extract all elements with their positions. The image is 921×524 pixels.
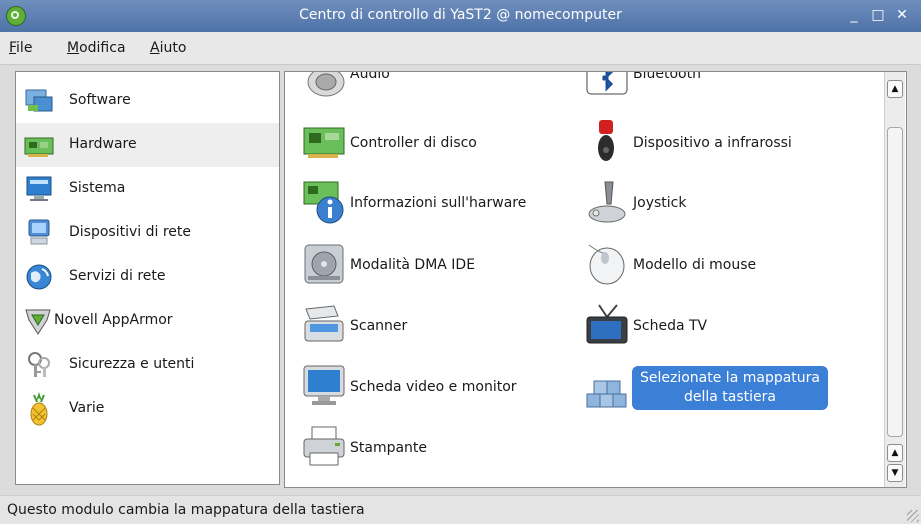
module-label: Selezionate la mappatura della tastiera bbox=[632, 366, 828, 410]
menu-bar: File Modifica Aiuto bbox=[0, 32, 921, 65]
resize-grip-icon[interactable] bbox=[907, 510, 919, 522]
window-title: Centro di controllo di YaST2 @ nomecompu… bbox=[299, 7, 622, 23]
module-label: Audio bbox=[350, 71, 390, 82]
category-sidebar: Software Hardware Sistema Dispositivi di… bbox=[15, 71, 280, 485]
network-computer-icon bbox=[28, 219, 50, 245]
minimize-icon[interactable]: _ bbox=[845, 7, 863, 23]
sidebar-item-label: Novell AppArmor bbox=[54, 312, 173, 328]
mouse-icon bbox=[588, 244, 625, 285]
scroll-up-top-icon[interactable]: ▲ bbox=[887, 80, 903, 98]
title-bar: Centro di controllo di YaST2 @ nomecompu… bbox=[0, 0, 921, 32]
scroll-down-icon[interactable]: ▼ bbox=[887, 464, 903, 482]
keys-icon bbox=[28, 352, 50, 377]
scroll-up-icon[interactable]: ▲ bbox=[887, 444, 903, 462]
maximize-icon[interactable]: □ bbox=[869, 7, 887, 23]
monitor-icon bbox=[303, 365, 345, 405]
sidebar-item-label: Dispositivi di rete bbox=[69, 224, 191, 240]
disk-controller-icon bbox=[303, 127, 345, 158]
speaker-icon bbox=[307, 72, 345, 97]
sidebar-item-servizi-di-rete[interactable]: Servizi di rete bbox=[16, 255, 279, 299]
sidebar-item-novell-apparmor[interactable]: Novell AppArmor bbox=[16, 299, 279, 343]
system-monitor-icon bbox=[26, 176, 52, 201]
apparmor-shield-icon bbox=[25, 309, 51, 335]
scanner-icon bbox=[304, 305, 344, 342]
joystick-icon bbox=[588, 181, 626, 223]
keyboard-keys-icon bbox=[586, 380, 627, 408]
sidebar-item-varie[interactable]: Varie bbox=[16, 387, 279, 431]
sidebar-item-label: Varie bbox=[69, 400, 105, 416]
sidebar-item-label: Sistema bbox=[69, 180, 126, 196]
printer-icon bbox=[303, 426, 345, 466]
bluetooth-icon bbox=[586, 72, 628, 95]
tv-icon bbox=[586, 304, 628, 344]
module-list: Audio Controller di disco Informazioni s… bbox=[284, 71, 907, 488]
module-label: Modello di mouse bbox=[633, 257, 757, 273]
sidebar-item-label: Servizi di rete bbox=[69, 268, 166, 284]
software-icon bbox=[25, 89, 53, 112]
menu-file[interactable]: File bbox=[9, 40, 32, 56]
sidebar-item-label: Sicurezza e utenti bbox=[69, 356, 195, 372]
sidebar-item-label: Software bbox=[69, 92, 131, 108]
infrared-icon bbox=[598, 120, 614, 161]
module-label: Dispositivo a infrarossi bbox=[633, 135, 792, 151]
sidebar-item-hardware[interactable]: Hardware bbox=[16, 123, 279, 167]
module-label: Modalità DMA IDE bbox=[350, 257, 476, 273]
module-label: Scheda video e monitor bbox=[350, 379, 517, 395]
menu-modifica[interactable]: Modifica bbox=[67, 40, 126, 56]
hard-drive-icon bbox=[304, 244, 344, 284]
scroll-thumb[interactable] bbox=[887, 127, 903, 437]
module-label: Joystick bbox=[633, 195, 687, 211]
hardware-info-icon bbox=[303, 181, 344, 224]
sidebar-item-software[interactable]: Software bbox=[16, 79, 279, 123]
sidebar-item-sicurezza-e-utenti[interactable]: Sicurezza e utenti bbox=[16, 343, 279, 387]
status-bar: Questo modulo cambia la mappatura della … bbox=[0, 495, 921, 524]
pineapple-icon bbox=[30, 392, 48, 426]
sidebar-item-label: Hardware bbox=[69, 136, 137, 152]
module-label: Bluetooth bbox=[633, 71, 701, 82]
status-text: Questo modulo cambia la mappatura della … bbox=[7, 502, 365, 518]
module-label: Scheda TV bbox=[633, 318, 708, 334]
module-label: Controller di disco bbox=[350, 135, 477, 151]
globe-icon bbox=[26, 264, 52, 290]
vertical-scrollbar[interactable]: ▲ ▲ ▼ bbox=[884, 72, 905, 487]
module-label: Scanner bbox=[350, 318, 408, 334]
module-label: Stampante bbox=[350, 440, 428, 456]
close-icon[interactable]: ✕ bbox=[893, 7, 911, 23]
sidebar-item-dispositivi-di-rete[interactable]: Dispositivi di rete bbox=[16, 211, 279, 255]
menu-aiuto[interactable]: Aiuto bbox=[150, 40, 186, 56]
hardware-card-icon bbox=[24, 137, 54, 157]
sidebar-item-sistema[interactable]: Sistema bbox=[16, 167, 279, 211]
module-label: Informazioni sull'harware bbox=[350, 195, 527, 211]
